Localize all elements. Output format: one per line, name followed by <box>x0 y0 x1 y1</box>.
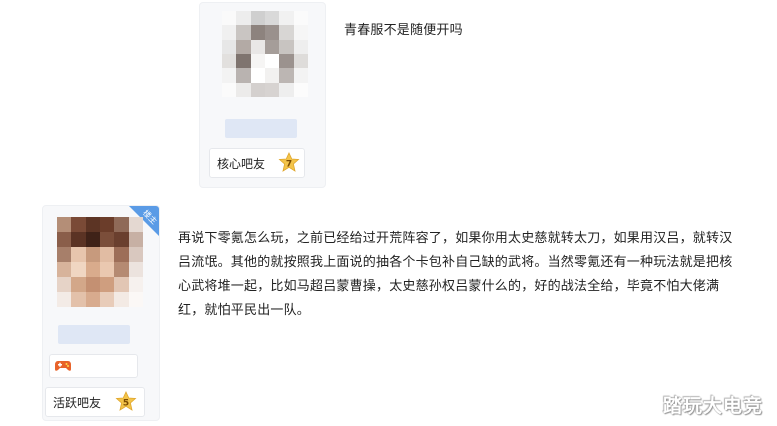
level-badge[interactable]: 活跃吧友 5 <box>45 387 145 417</box>
level-badge[interactable]: 核心吧友 7 <box>209 148 305 178</box>
badge-label: 活跃吧友 <box>53 395 102 410</box>
author-card: 楼主 活跃吧友 5 <box>42 205 160 421</box>
username-placeholder[interactable] <box>58 325 130 344</box>
avatar[interactable] <box>222 11 308 97</box>
star-level-icon: 5 <box>115 391 137 411</box>
post-content: 再说下零氪怎么玩，之前已经给过开荒阵容了，如果你用太史慈就转太刀，如果用汉吕，就… <box>178 231 733 318</box>
star-level-icon: 7 <box>278 152 300 172</box>
author-card: 核心吧友 7 <box>199 2 326 188</box>
post-2: 楼主 活跃吧友 5 再说下零氪怎么玩，之前已经给过开荒阵容了，如果你用太史慈就转… <box>0 195 777 426</box>
post-content: 青春服不是随便开吗 <box>344 23 463 38</box>
avatar[interactable] <box>57 217 143 307</box>
level-number: 5 <box>123 399 129 409</box>
level-number: 7 <box>286 160 292 170</box>
medal-row <box>49 354 138 378</box>
watermark: 踏玩大电竞 <box>662 395 763 417</box>
post-1: 核心吧友 7 青春服不是随便开吗 <box>0 0 777 195</box>
game-controller-icon[interactable] <box>54 359 72 373</box>
username-placeholder[interactable] <box>225 119 297 138</box>
badge-label: 核心吧友 <box>217 156 266 171</box>
